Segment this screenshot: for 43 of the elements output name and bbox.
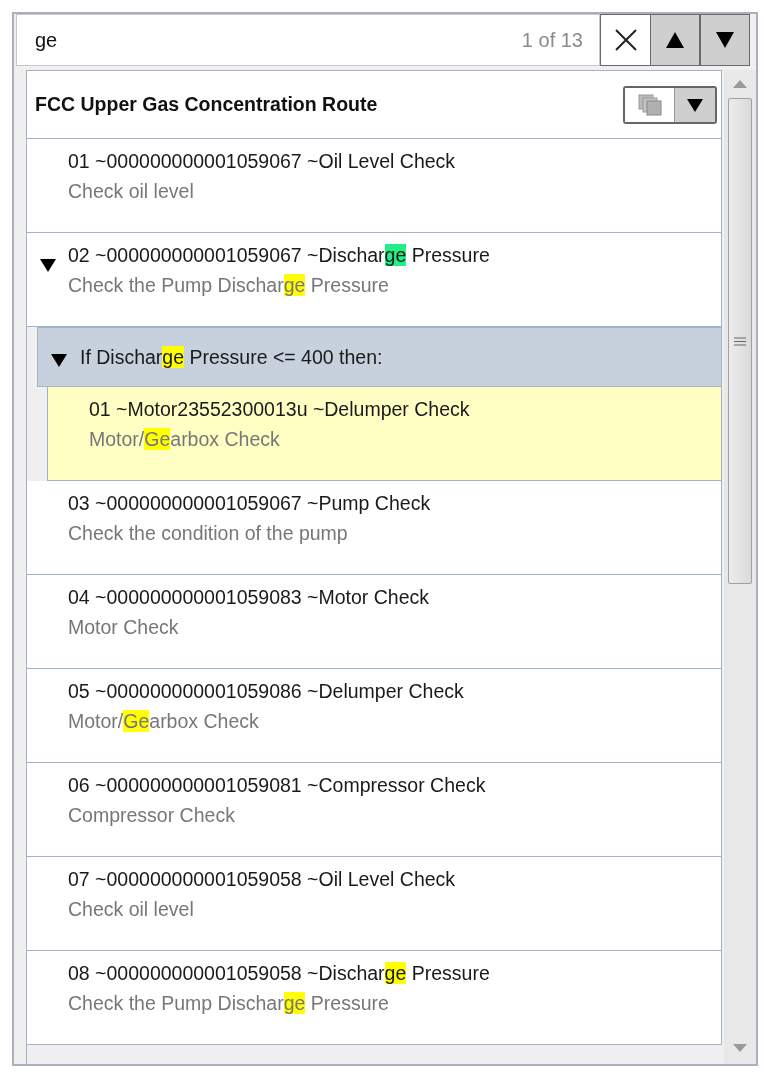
previous-match-button[interactable] bbox=[650, 14, 700, 66]
clear-button[interactable] bbox=[600, 14, 650, 66]
caret-icon bbox=[686, 96, 704, 113]
step-description: Check oil level bbox=[68, 897, 195, 922]
scrollbar[interactable] bbox=[724, 70, 756, 1064]
step-description: Check oil level bbox=[68, 179, 195, 204]
copy-icon bbox=[636, 92, 663, 117]
dropdown-button[interactable] bbox=[675, 87, 715, 122]
copy-split-button[interactable] bbox=[623, 85, 717, 124]
step-title: 01 ~000000000001059067 ~Oil Level Check bbox=[68, 149, 456, 174]
search-field[interactable]: ge 1 of 13 bbox=[16, 14, 600, 66]
step-description: Motor/Gearbox Check bbox=[89, 427, 281, 452]
expanded-triangle-icon[interactable] bbox=[38, 257, 57, 273]
step-description: Motor Check bbox=[68, 615, 180, 640]
step-title: 04 ~000000000001059083 ~Motor Check bbox=[68, 585, 430, 610]
route-title: FCC Upper Gas Concentration Route bbox=[35, 93, 379, 116]
step-description: Compressor Check bbox=[68, 803, 236, 828]
condition-text: If Discharge Pressure <= 400 then: bbox=[80, 345, 383, 369]
step-row[interactable]: 03 ~000000000001059067 ~Pump Check Check the condition of the pump bbox=[27, 481, 722, 575]
grip-icon bbox=[734, 336, 746, 346]
step-row[interactable]: 06 ~000000000001059081 ~Compressor Check Compressor Check bbox=[27, 763, 722, 857]
expanded-triangle-icon[interactable] bbox=[50, 352, 68, 368]
match-counter: 1 of 13 bbox=[521, 28, 583, 52]
scroll-thumb[interactable] bbox=[728, 98, 752, 584]
close-icon bbox=[613, 28, 638, 52]
next-match-button[interactable] bbox=[700, 14, 750, 66]
search-value: ge bbox=[35, 28, 59, 52]
step-title: 03 ~000000000001059067 ~Pump Check bbox=[68, 491, 431, 516]
step-description: Check the condition of the pump bbox=[68, 521, 349, 546]
condition-row[interactable]: If Discharge Pressure <= 400 then: bbox=[37, 327, 722, 387]
copy-button[interactable] bbox=[625, 87, 675, 122]
step-row[interactable]: 05 ~000000000001059086 ~Delumper Check Motor/Gearbox Check bbox=[27, 669, 722, 763]
up-triangle-icon bbox=[665, 31, 685, 49]
step-row[interactable]: 01 ~000000000001059067 ~Oil Level Check Check oil level bbox=[27, 139, 722, 233]
step-description: Motor/Gearbox Check bbox=[68, 709, 260, 734]
down-triangle-icon bbox=[715, 31, 735, 49]
step-row[interactable]: 04 ~000000000001059083 ~Motor Check Motor Check bbox=[27, 575, 722, 669]
step-title: 05 ~000000000001059086 ~Delumper Check bbox=[68, 679, 464, 704]
step-row[interactable]: 07 ~000000000001059058 ~Oil Level Check Check oil level bbox=[27, 857, 722, 951]
step-title: 07 ~000000000001059058 ~Oil Level Check bbox=[68, 867, 456, 892]
step-title: 06 ~000000000001059081 ~Compressor Check bbox=[68, 773, 486, 798]
step-row[interactable]: 01 ~Motor23552300013u ~Delumper Check Motor/Gearbox Check bbox=[48, 387, 722, 481]
step-title: 01 ~Motor23552300013u ~Delumper Check bbox=[89, 397, 470, 422]
